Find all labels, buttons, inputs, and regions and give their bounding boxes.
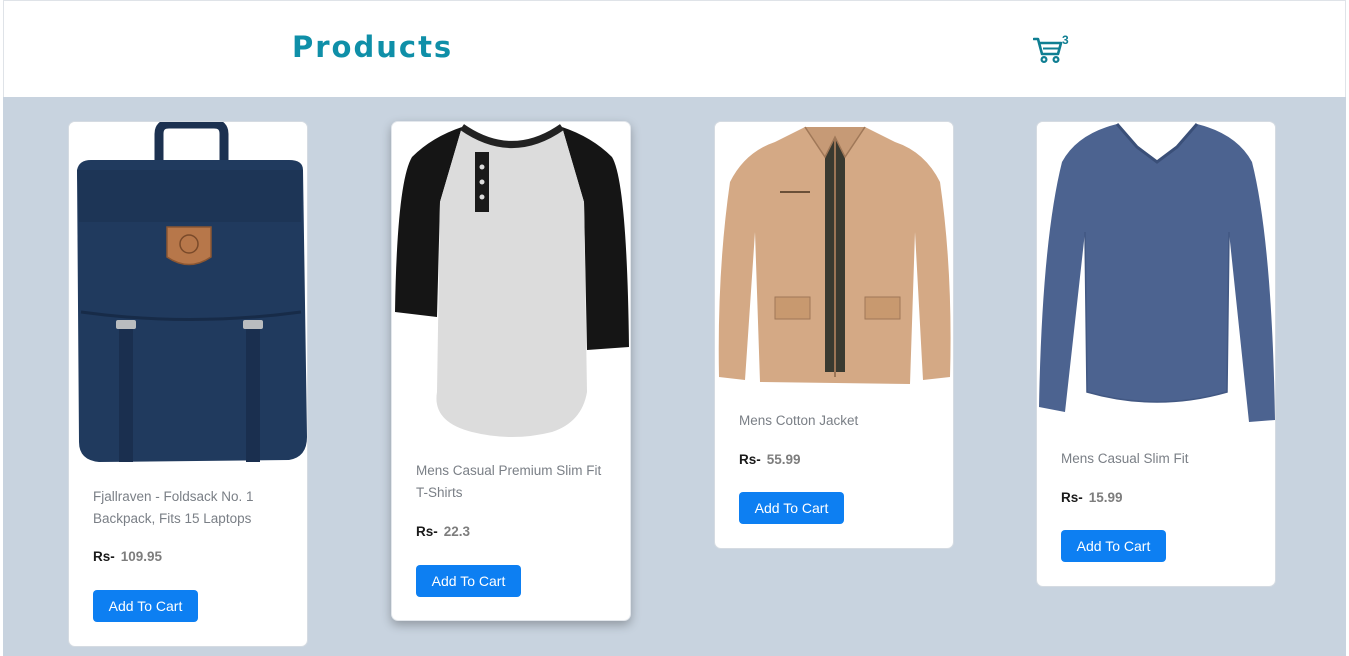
currency-label: Rs- xyxy=(739,452,761,467)
product-name: Mens Cotton Jacket xyxy=(739,413,859,428)
price-value: 109.95 xyxy=(120,549,163,564)
product-card: Fjallraven - Foldsack No. 1 Backpack, Fi… xyxy=(68,121,308,647)
product-price: Rs- 22.3 xyxy=(416,524,470,539)
add-to-cart-button[interactable]: Add To Cart xyxy=(1061,530,1166,562)
add-to-cart-button[interactable]: Add To Cart xyxy=(416,565,521,597)
backpack-image xyxy=(69,122,307,467)
product-price: Rs- 55.99 xyxy=(739,452,801,467)
longsleeve-image xyxy=(1037,122,1275,432)
product-card: Mens Cotton Jacket Rs- 55.99 Add To Cart xyxy=(714,121,954,549)
product-grid: Fjallraven - Foldsack No. 1 Backpack, Fi… xyxy=(3,97,1346,656)
product-price: Rs- 15.99 xyxy=(1061,490,1123,505)
page-title: Products xyxy=(292,30,454,64)
price-value: 22.3 xyxy=(443,524,471,539)
price-value: 15.99 xyxy=(1088,490,1123,505)
top-header xyxy=(3,0,1346,97)
currency-label: Rs- xyxy=(1061,490,1083,505)
product-card: Mens Casual Premium Slim Fit T-Shirts Rs… xyxy=(391,121,631,621)
product-card: Mens Casual Slim Fit Rs- 15.99 Add To Car… xyxy=(1036,121,1276,587)
product-price: Rs- 109.95 xyxy=(93,549,162,564)
product-name: Mens Casual Premium Slim Fit T-Shirts xyxy=(416,463,602,500)
add-to-cart-button[interactable]: Add To Cart xyxy=(739,492,844,524)
add-to-cart-button[interactable]: Add To Cart xyxy=(93,590,198,622)
price-value: 55.99 xyxy=(766,452,801,467)
currency-label: Rs- xyxy=(416,524,438,539)
shopping-cart-icon[interactable] xyxy=(1033,36,1063,64)
product-name: Mens Casual Slim Fit xyxy=(1061,451,1189,466)
jacket-image xyxy=(715,122,953,392)
cart-count-badge: 3 xyxy=(1062,33,1069,47)
tshirt-image xyxy=(392,122,630,442)
currency-label: Rs- xyxy=(93,549,115,564)
product-name: Fjallraven - Foldsack No. 1 Backpack, Fi… xyxy=(93,489,254,526)
